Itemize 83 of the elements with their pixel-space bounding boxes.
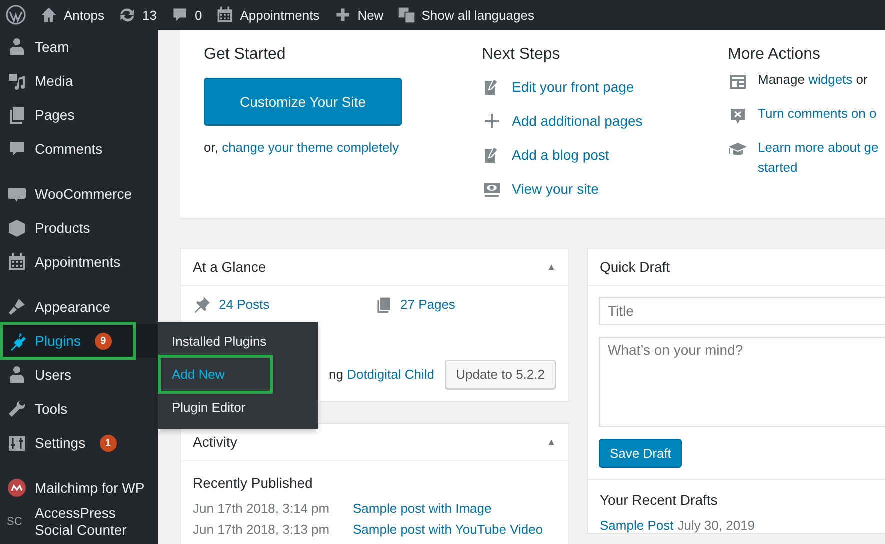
post-link[interactable]: Sample post with Image <box>353 501 492 516</box>
menu-item[interactable]: Pages <box>0 98 158 132</box>
menu-item[interactable]: Settings 1 <box>0 426 158 460</box>
speech-bubble-icon <box>7 139 27 159</box>
comment-off-icon <box>728 106 748 126</box>
pin-icon <box>193 296 211 314</box>
comment-icon <box>170 6 189 24</box>
box-icon <box>7 218 27 238</box>
pages-icon <box>374 296 392 314</box>
submenu-item[interactable]: Plugin Editor <box>158 394 318 421</box>
theme-sentence: or, change your theme completely <box>204 140 400 155</box>
count-badge: 9 <box>94 332 112 350</box>
panel-heading: Next Steps <box>482 46 562 64</box>
box-title: Activity <box>193 434 238 450</box>
save-draft-button[interactable]: Save Draft <box>599 439 682 468</box>
menu-item[interactable]: Appearance <box>0 290 158 324</box>
comments-menu-item[interactable]: 0 <box>170 6 202 24</box>
wordpress-logo-icon[interactable] <box>6 5 26 25</box>
submenu-item[interactable]: Add New <box>158 355 273 394</box>
mailchimp-icon <box>7 478 27 498</box>
post-link[interactable]: Sample post with YouTube Video <box>353 522 544 537</box>
updates-menu-item[interactable]: 13 <box>118 6 157 24</box>
menu-item[interactable]: Team <box>0 30 158 64</box>
content-field[interactable]: What’s on your mind? <box>599 337 885 427</box>
calendar-icon <box>7 252 27 272</box>
panel-heading: More Actions <box>728 46 822 64</box>
pages-icon <box>7 105 27 125</box>
languages-menu-item[interactable]: Show all languages <box>398 6 534 24</box>
plus-icon <box>334 6 352 24</box>
change-theme-link[interactable]: change your theme completely <box>222 140 400 155</box>
more-action-link[interactable]: Learn more about ge started <box>758 138 879 178</box>
title-field[interactable]: Title <box>599 297 885 325</box>
person-icon <box>7 365 27 385</box>
new-menu-item[interactable]: New <box>334 6 384 24</box>
box-title: At a Glance <box>193 259 266 275</box>
plus-icon <box>482 111 502 131</box>
widgets-icon <box>728 72 748 92</box>
count-badge: 1 <box>100 434 117 452</box>
calendar-icon <box>216 6 234 24</box>
home-icon <box>40 6 58 24</box>
wrench-icon <box>7 399 27 419</box>
menu-item[interactable]: Products <box>0 211 158 245</box>
menu-item[interactable]: Plugins 9 <box>0 324 158 358</box>
calendar-menu-item[interactable]: Appointments <box>216 6 320 24</box>
next-step-link[interactable]: Edit your front page <box>512 79 634 95</box>
section-heading: Your Recent Drafts <box>600 492 719 508</box>
panel-heading: Get Started <box>204 46 287 64</box>
draft-date: July 30, 2019 <box>678 518 756 533</box>
draft-link[interactable]: Sample Post <box>600 518 674 533</box>
collapse-arrow-icon[interactable]: ▲ <box>547 437 556 447</box>
theme-link[interactable]: Dotdigital Child <box>347 367 435 382</box>
person-icon <box>7 37 27 57</box>
submenu-item[interactable]: Installed Plugins <box>158 328 318 355</box>
next-step-link[interactable]: View your site <box>512 181 599 197</box>
translate-icon <box>398 6 416 24</box>
pages-count-link[interactable]: 27 Pages <box>400 296 456 314</box>
home-menu-item[interactable]: Antops <box>40 6 104 24</box>
menu-item[interactable]: Comments <box>0 132 158 166</box>
menu-item[interactable]: Mailchimp for WP <box>0 471 158 505</box>
camera-music-icon <box>7 71 27 91</box>
menu-item[interactable]: WooCommerce <box>0 177 158 211</box>
next-step-link[interactable]: Add additional pages <box>512 113 643 129</box>
box-title: Quick Draft <box>600 259 670 275</box>
refresh-icon <box>118 6 136 24</box>
more-action-text: Manage widgets or <box>758 71 868 89</box>
update-button[interactable]: Update to 5.2.2 <box>445 360 556 389</box>
customize-button[interactable]: Customize Your Site <box>204 78 402 126</box>
paintbrush-icon <box>7 297 27 317</box>
menu-item[interactable]: Tools <box>0 392 158 426</box>
collapse-arrow-icon[interactable]: ▲ <box>547 262 556 272</box>
post-date: Jun 17th 2018, 3:13 pm <box>193 522 331 537</box>
next-step-link[interactable]: Add a blog post <box>512 147 610 163</box>
section-heading: Recently Published <box>193 475 314 491</box>
logo-icon: SC <box>7 516 27 528</box>
widgets-link[interactable]: widgets <box>808 72 853 87</box>
post-date: Jun 17th 2018, 3:14 pm <box>193 501 331 516</box>
menu-item[interactable]: Media <box>0 64 158 98</box>
more-action-link[interactable]: Turn comments on o <box>758 104 877 124</box>
sliders-icon <box>7 433 27 453</box>
theme-text: ng Dotdigital Child <box>329 367 435 382</box>
posts-count-link[interactable]: 24 Posts <box>219 296 270 314</box>
menu-item[interactable]: Appointments <box>0 245 158 279</box>
menu-item[interactable]: Users <box>0 358 158 392</box>
